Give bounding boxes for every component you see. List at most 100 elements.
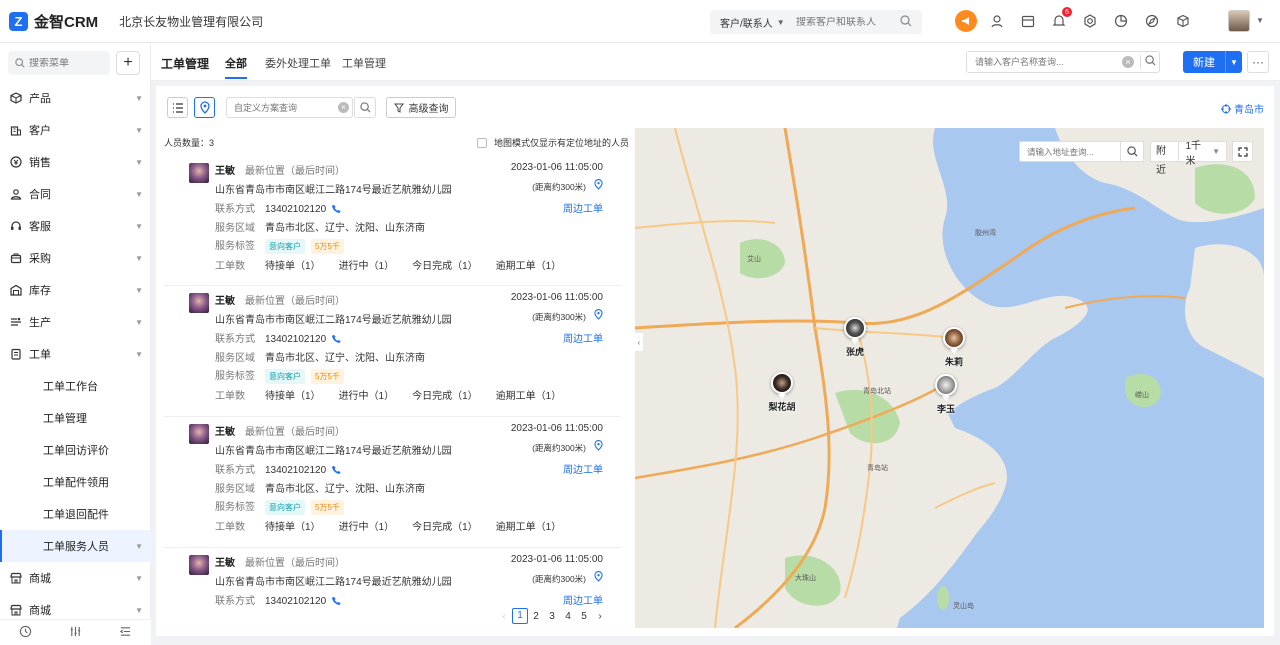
page-1[interactable]: 1 bbox=[512, 608, 528, 624]
map-marker[interactable]: 张虎 bbox=[835, 317, 875, 358]
sidebar-item[interactable]: 客户 ▼ bbox=[0, 114, 151, 146]
sidebar-item[interactable]: 采购 ▼ bbox=[0, 242, 151, 274]
tab-ticket-management[interactable]: 工单管理 bbox=[342, 55, 386, 71]
scheme-search-input[interactable] bbox=[234, 98, 334, 117]
phone-icon[interactable] bbox=[326, 334, 341, 345]
map-marker[interactable]: 梨花胡 bbox=[762, 372, 802, 413]
nearby-tickets-link[interactable]: 周边工单 bbox=[563, 592, 603, 607]
page-5[interactable]: 5 bbox=[576, 611, 592, 622]
order-count[interactable]: 进行中（1） bbox=[339, 387, 395, 402]
order-count[interactable]: 进行中（1） bbox=[339, 257, 395, 272]
page-4[interactable]: 4 bbox=[560, 611, 576, 622]
tab-all[interactable]: 全部 bbox=[225, 55, 247, 79]
sidebar-item[interactable]: 销售 ▼ bbox=[0, 146, 151, 178]
settings-icon[interactable] bbox=[1079, 10, 1101, 32]
calendar-icon[interactable] bbox=[1017, 10, 1039, 32]
only-map-checkbox[interactable]: 地图模式仅显示有定位地址的人员 bbox=[477, 136, 629, 149]
city-selector[interactable]: 青岛市 bbox=[1221, 101, 1264, 116]
sidebar-item[interactable]: 库存 ▼ bbox=[0, 274, 151, 306]
new-button[interactable]: 新建 ▼ bbox=[1183, 51, 1242, 73]
order-count[interactable]: 逾期工单（1） bbox=[496, 518, 562, 533]
sidebar-item[interactable]: 合同 ▼ bbox=[0, 178, 151, 210]
chevron-down-icon[interactable]: ▼ bbox=[1225, 51, 1242, 73]
map-marker[interactable]: 李玉 bbox=[926, 374, 966, 415]
search-icon[interactable] bbox=[900, 15, 912, 30]
location-pin-icon[interactable] bbox=[594, 179, 603, 193]
phone-icon[interactable] bbox=[326, 465, 341, 476]
order-count[interactable]: 待接单（1） bbox=[265, 518, 321, 533]
page-3[interactable]: 3 bbox=[544, 611, 560, 622]
distance: (距离约300米) bbox=[532, 443, 586, 453]
global-search-input[interactable] bbox=[796, 16, 904, 28]
sidebar-subitem[interactable]: 工单工作台 bbox=[0, 370, 151, 402]
prev-page-icon[interactable]: ‹ bbox=[496, 611, 512, 622]
search-type-select[interactable]: 客户/联系人 ▼ bbox=[720, 15, 790, 30]
scheme-search-button[interactable] bbox=[354, 97, 376, 118]
order-count[interactable]: 今日完成（1） bbox=[412, 518, 478, 533]
company-name[interactable]: 北京长友物业管理有限公司 bbox=[119, 13, 263, 30]
map-search-button[interactable] bbox=[1120, 141, 1144, 162]
menu-search-input[interactable] bbox=[29, 57, 104, 69]
sidebar-item[interactable]: 商城 ▼ bbox=[0, 562, 151, 594]
map-marker[interactable]: 朱莉 bbox=[934, 327, 974, 368]
phone-icon[interactable] bbox=[326, 596, 341, 607]
sidebar-item[interactable]: 工单 ▼ bbox=[0, 338, 151, 370]
sidebar-item[interactable]: 生产 ▼ bbox=[0, 306, 151, 338]
contacts-icon[interactable] bbox=[986, 10, 1008, 32]
phone-icon[interactable] bbox=[326, 204, 341, 215]
nearby-tickets-link[interactable]: 周边工单 bbox=[563, 330, 603, 345]
map-view[interactable]: 艾山 青岛北站 青岛站 崂山 胶州湾 大珠山 灵山岛 附近 1千米▼ ‹ 张虎 … bbox=[635, 128, 1264, 628]
filter-icon[interactable] bbox=[69, 625, 82, 641]
sidebar-subitem[interactable]: 工单配件领用 bbox=[0, 466, 151, 498]
order-count[interactable]: 待接单（1） bbox=[265, 387, 321, 402]
chart-icon[interactable] bbox=[1110, 10, 1132, 32]
checkbox-icon[interactable] bbox=[477, 137, 487, 148]
list-view-button[interactable] bbox=[167, 97, 188, 118]
location-pin-icon[interactable] bbox=[594, 309, 603, 323]
collapse-menu-icon[interactable] bbox=[119, 625, 132, 641]
order-count[interactable]: 进行中（1） bbox=[339, 518, 395, 533]
collapse-list-button[interactable]: ‹ bbox=[635, 333, 643, 351]
customer-search-input[interactable] bbox=[975, 57, 1121, 67]
sidebar-item[interactable]: 客服 ▼ bbox=[0, 210, 151, 242]
chevron-down-icon[interactable]: ▼ bbox=[1256, 16, 1264, 25]
next-page-icon[interactable]: › bbox=[592, 611, 608, 622]
order-count[interactable]: 逾期工单（1） bbox=[496, 257, 562, 272]
bell-icon[interactable]: 6 bbox=[1048, 7, 1072, 32]
megaphone-icon[interactable] bbox=[955, 10, 977, 32]
page-2[interactable]: 2 bbox=[528, 611, 544, 622]
radius-value[interactable]: 1千米 ▼ bbox=[1179, 137, 1226, 167]
map-view-button[interactable] bbox=[194, 97, 215, 118]
user-avatar[interactable] bbox=[1228, 10, 1250, 32]
person-card[interactable]: 王敏 最新位置（最后时间） 2023-01-06 11:05:00 山东省青岛市市南区… bbox=[164, 417, 621, 548]
order-count[interactable]: 今日完成（1） bbox=[412, 387, 478, 402]
history-icon[interactable] bbox=[19, 625, 32, 641]
fullscreen-button[interactable] bbox=[1232, 141, 1253, 162]
explore-icon[interactable] bbox=[1141, 10, 1163, 32]
tab-outsourced[interactable]: 委外处理工单 bbox=[265, 55, 331, 71]
more-options-button[interactable]: ··· bbox=[1247, 51, 1269, 73]
app-logo[interactable]: Z 金智CRM bbox=[9, 11, 98, 32]
location-pin-icon[interactable] bbox=[594, 440, 603, 454]
person-card[interactable]: 王敏 最新位置（最后时间） 2023-01-06 11:05:00 山东省青岛市市南区… bbox=[164, 286, 621, 417]
order-count[interactable]: 逾期工单（1） bbox=[496, 387, 562, 402]
sidebar-subitem[interactable]: 工单退回配件 bbox=[0, 498, 151, 530]
sidebar-subitem[interactable]: 工单回访评价 bbox=[0, 434, 151, 466]
advanced-query-button[interactable]: 高级查询 bbox=[386, 97, 456, 118]
location-pin-icon[interactable] bbox=[594, 571, 603, 585]
nearby-tickets-link[interactable]: 周边工单 bbox=[563, 200, 603, 215]
clear-icon[interactable]: × bbox=[338, 102, 349, 113]
box-icon[interactable] bbox=[1172, 10, 1194, 32]
sidebar-subitem[interactable]: 工单服务人员 ▼ bbox=[0, 530, 151, 562]
map-address-input[interactable] bbox=[1027, 142, 1123, 161]
sidebar-item[interactable]: 产品 ▼ bbox=[0, 82, 151, 114]
nearby-tickets-link[interactable]: 周边工单 bbox=[563, 461, 603, 476]
person-card[interactable]: 王敏 最新位置（最后时间） 2023-01-06 11:05:00 山东省青岛市市南区… bbox=[164, 156, 621, 286]
nearby-radius-select[interactable]: 附近 1千米 ▼ bbox=[1150, 141, 1227, 176]
add-menu-button[interactable]: + bbox=[116, 51, 140, 75]
sidebar-subitem[interactable]: 工单管理 bbox=[0, 402, 151, 434]
clear-icon[interactable]: × bbox=[1122, 56, 1134, 68]
order-count[interactable]: 待接单（1） bbox=[265, 257, 321, 272]
order-count[interactable]: 今日完成（1） bbox=[412, 257, 478, 272]
search-icon[interactable] bbox=[1140, 55, 1156, 69]
